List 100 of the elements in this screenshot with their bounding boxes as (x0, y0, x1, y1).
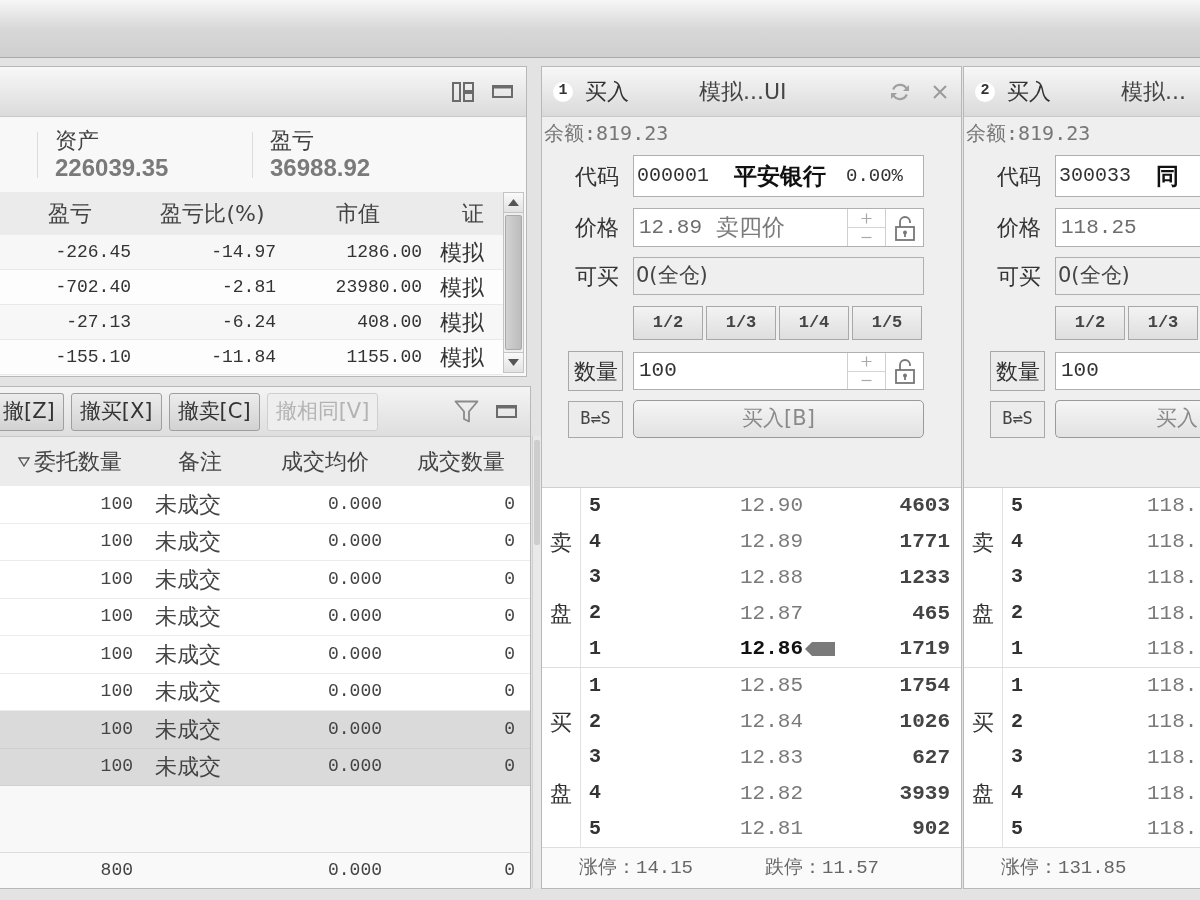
available-field: 0(全仓) (633, 257, 924, 295)
order-level: 1 (589, 636, 601, 663)
column-header[interactable]: 市值 (285, 192, 430, 235)
table-cell-text: 408.00 (356, 310, 423, 334)
scrollbar-thumb[interactable] (505, 215, 522, 350)
table-row[interactable]: 100 未成交 0.000 0 (0, 711, 530, 749)
price-field[interactable]: 118.25 (1055, 208, 1200, 247)
table-cell-text: -14.97 (210, 240, 277, 264)
table-row[interactable]: 100 未成交 0.000 0 (0, 673, 530, 711)
price-limit: 涨停：14.15 (579, 855, 693, 881)
available-field: 0(全仓) (1055, 257, 1200, 295)
table-cell-text: 0.000 (327, 642, 383, 666)
scroll-down-button[interactable] (504, 352, 523, 372)
order-book-side-label: 卖盘 (972, 528, 994, 628)
quantity-field[interactable]: 100 (633, 352, 924, 390)
panel-title: 买入 (585, 78, 629, 106)
scroll-up-button[interactable] (504, 193, 523, 213)
cancel-button[interactable]: 撤买[X] (70, 392, 162, 431)
table-row[interactable]: 100 未成交 0.000 0 (0, 636, 530, 674)
order-volume: 4603 (899, 493, 950, 520)
order-level: 4 (589, 528, 601, 555)
column-header[interactable]: 成交数量 (390, 437, 530, 486)
quantity-button[interactable]: 数量 (568, 351, 623, 391)
column-header[interactable]: 盈亏比(%) (140, 192, 285, 235)
code-field[interactable]: 000001 平安银行 0.00% (633, 155, 924, 197)
table-cell-text: -702.40 (54, 275, 132, 299)
table-row[interactable]: 100 未成交 0.000 0 (0, 561, 530, 599)
table-cell-text: 100 (99, 567, 134, 591)
table-cell-text: 未成交 (154, 715, 222, 744)
table-cell-text: 0.000 (327, 492, 383, 516)
column-header[interactable]: 委托数量 (0, 437, 140, 486)
layout-icon[interactable] (452, 81, 474, 102)
table-row[interactable]: 100 未成交 0.000 0 (0, 748, 530, 786)
order-level: 3 (1011, 744, 1023, 771)
fraction-button[interactable]: 1/4 (779, 306, 849, 340)
table-cell-text: 0 (503, 717, 516, 741)
table-cell-text: 0.000 (327, 530, 383, 554)
table-row[interactable]: 100 未成交 0.000 0 (0, 486, 530, 524)
table-cell-text: 0 (503, 492, 516, 516)
balance-text: 余额:819.23 (543, 120, 669, 146)
order-level: 5 (589, 492, 601, 519)
price-field[interactable]: 12.89 卖四价 (633, 208, 924, 247)
table-cell-text: 0 (503, 755, 516, 779)
table-cell-text: 0 (503, 605, 516, 629)
fraction-button[interactable]: 1/5 (852, 306, 922, 340)
order-level: 5 (1011, 816, 1023, 843)
price-hint: 卖四价 (716, 213, 785, 243)
code-field[interactable]: 300033 同 (1055, 155, 1200, 197)
order-volume: 1026 (899, 708, 950, 735)
filter-icon[interactable] (454, 400, 479, 423)
quantity-field[interactable]: 100 (1055, 352, 1200, 390)
order-level: 2 (589, 708, 601, 735)
order-level: 1 (589, 672, 601, 699)
fraction-button[interactable]: 1/2 (633, 306, 703, 340)
table-cell-text: 0.000 (327, 567, 383, 591)
scrollbar[interactable] (532, 436, 541, 888)
column-header[interactable]: 成交均价 (260, 437, 390, 486)
order-price: 12.88 (740, 564, 803, 591)
summary-value: 226039.35 (55, 153, 169, 182)
table-cell-text: 0.000 (327, 859, 383, 882)
table-row[interactable]: 100 未成交 0.000 0 (0, 598, 530, 636)
order-price: 118. (1147, 744, 1198, 771)
field-label: 可买 (575, 262, 619, 291)
order-price: 12.85 (740, 673, 803, 700)
cancel-button[interactable]: 撤卖[C] (168, 392, 260, 431)
table-cell-text: 0 (503, 567, 516, 591)
column-header[interactable]: 备注 (140, 437, 260, 486)
field-label: 可买 (997, 262, 1041, 291)
table-row[interactable]: 100 未成交 0.000 0 (0, 523, 530, 561)
cancel-button[interactable]: 撤[Z] (0, 392, 64, 431)
quantity-button[interactable]: 数量 (990, 351, 1045, 391)
table-cell-text: -11.84 (210, 345, 277, 369)
table-cell-text: 未成交 (154, 528, 222, 557)
refresh-icon[interactable] (890, 81, 910, 102)
swap-side-button[interactable]: B⇌S (990, 400, 1045, 438)
swap-side-button[interactable]: B⇌S (568, 400, 623, 438)
table-cell-text: 800 (99, 859, 134, 882)
order-level: 5 (1011, 492, 1023, 519)
table-cell-text: 模拟 (439, 343, 485, 372)
scrollbar-thumb[interactable] (534, 440, 540, 545)
order-volume: 627 (912, 744, 950, 771)
plus-icon (861, 212, 872, 224)
fraction-button[interactable]: 1/3 (1128, 306, 1198, 340)
fraction-button[interactable]: 1/3 (706, 306, 776, 340)
plus-icon (861, 356, 872, 368)
scrollbar[interactable] (503, 192, 524, 373)
table-cell-text: 1155.00 (345, 345, 423, 369)
close-icon[interactable] (932, 83, 948, 100)
order-book-side-label: 买盘 (972, 708, 994, 808)
order-price: 12.86 (740, 636, 803, 663)
order-price: 118. (1147, 564, 1198, 591)
summary-label: 盈亏 (270, 127, 314, 154)
fraction-button[interactable]: 1/2 (1055, 306, 1125, 340)
column-header[interactable]: 证 (430, 192, 503, 235)
table-cell-text: 未成交 (154, 565, 222, 594)
maximize-icon[interactable] (492, 85, 513, 98)
table-cell-text: -155.10 (54, 345, 132, 369)
column-header[interactable]: 盈亏 (0, 192, 140, 235)
table-cell-text: 100 (99, 492, 134, 516)
maximize-icon[interactable] (496, 405, 517, 418)
